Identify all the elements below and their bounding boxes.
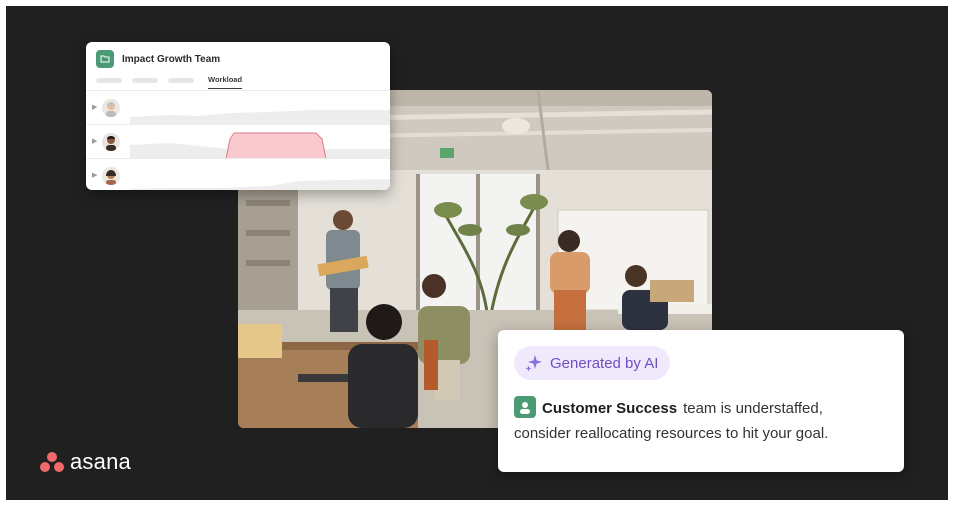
workload-rows: ▶ ▶ ▶ <box>86 90 390 190</box>
workload-card: Impact Growth Team Workload ▶ ▶ ▶ <box>86 42 390 190</box>
asana-brand: asana <box>40 449 131 475</box>
team-name: Customer Success <box>542 400 678 417</box>
ai-badge-label: Generated by AI <box>550 354 659 372</box>
sparkle-icon <box>525 355 542 372</box>
ai-message-part2: consider reallocating resources to hit y… <box>514 425 829 442</box>
workload-title: Impact Growth Team <box>122 53 221 65</box>
avatar <box>102 167 120 185</box>
asana-logo-icon <box>40 452 64 472</box>
workload-chart <box>130 159 390 190</box>
team-icon <box>514 396 536 418</box>
brand-name: asana <box>70 449 131 474</box>
hero-banner: Impact Growth Team Workload ▶ ▶ ▶ Genera… <box>6 6 948 500</box>
avatar <box>102 133 120 151</box>
folder-icon <box>96 50 114 68</box>
chevron-right-icon[interactable]: ▶ <box>92 103 97 111</box>
workload-row[interactable]: ▶ <box>86 158 390 190</box>
avatar <box>102 99 120 117</box>
tab-placeholder[interactable] <box>132 77 158 83</box>
ai-badge: Generated by AI <box>514 346 671 380</box>
chevron-right-icon[interactable]: ▶ <box>92 137 97 145</box>
tab-placeholder[interactable] <box>168 77 194 83</box>
ai-insight-card: Generated by AI Customer Success team is … <box>498 330 904 472</box>
ai-message-part1: team is understaffed, <box>683 400 823 417</box>
workload-tabs: Workload <box>96 72 243 89</box>
workload-header: Impact Growth Team <box>96 48 220 70</box>
workload-row[interactable]: ▶ <box>86 90 390 125</box>
chevron-right-icon[interactable]: ▶ <box>92 171 97 179</box>
tab-workload[interactable]: Workload <box>208 75 243 89</box>
workload-row[interactable]: ▶ <box>86 124 390 160</box>
ai-message: Customer Success team is understaffed, co… <box>514 396 894 446</box>
workload-chart <box>130 125 390 160</box>
tab-placeholder[interactable] <box>96 77 122 83</box>
workload-chart <box>130 91 390 125</box>
